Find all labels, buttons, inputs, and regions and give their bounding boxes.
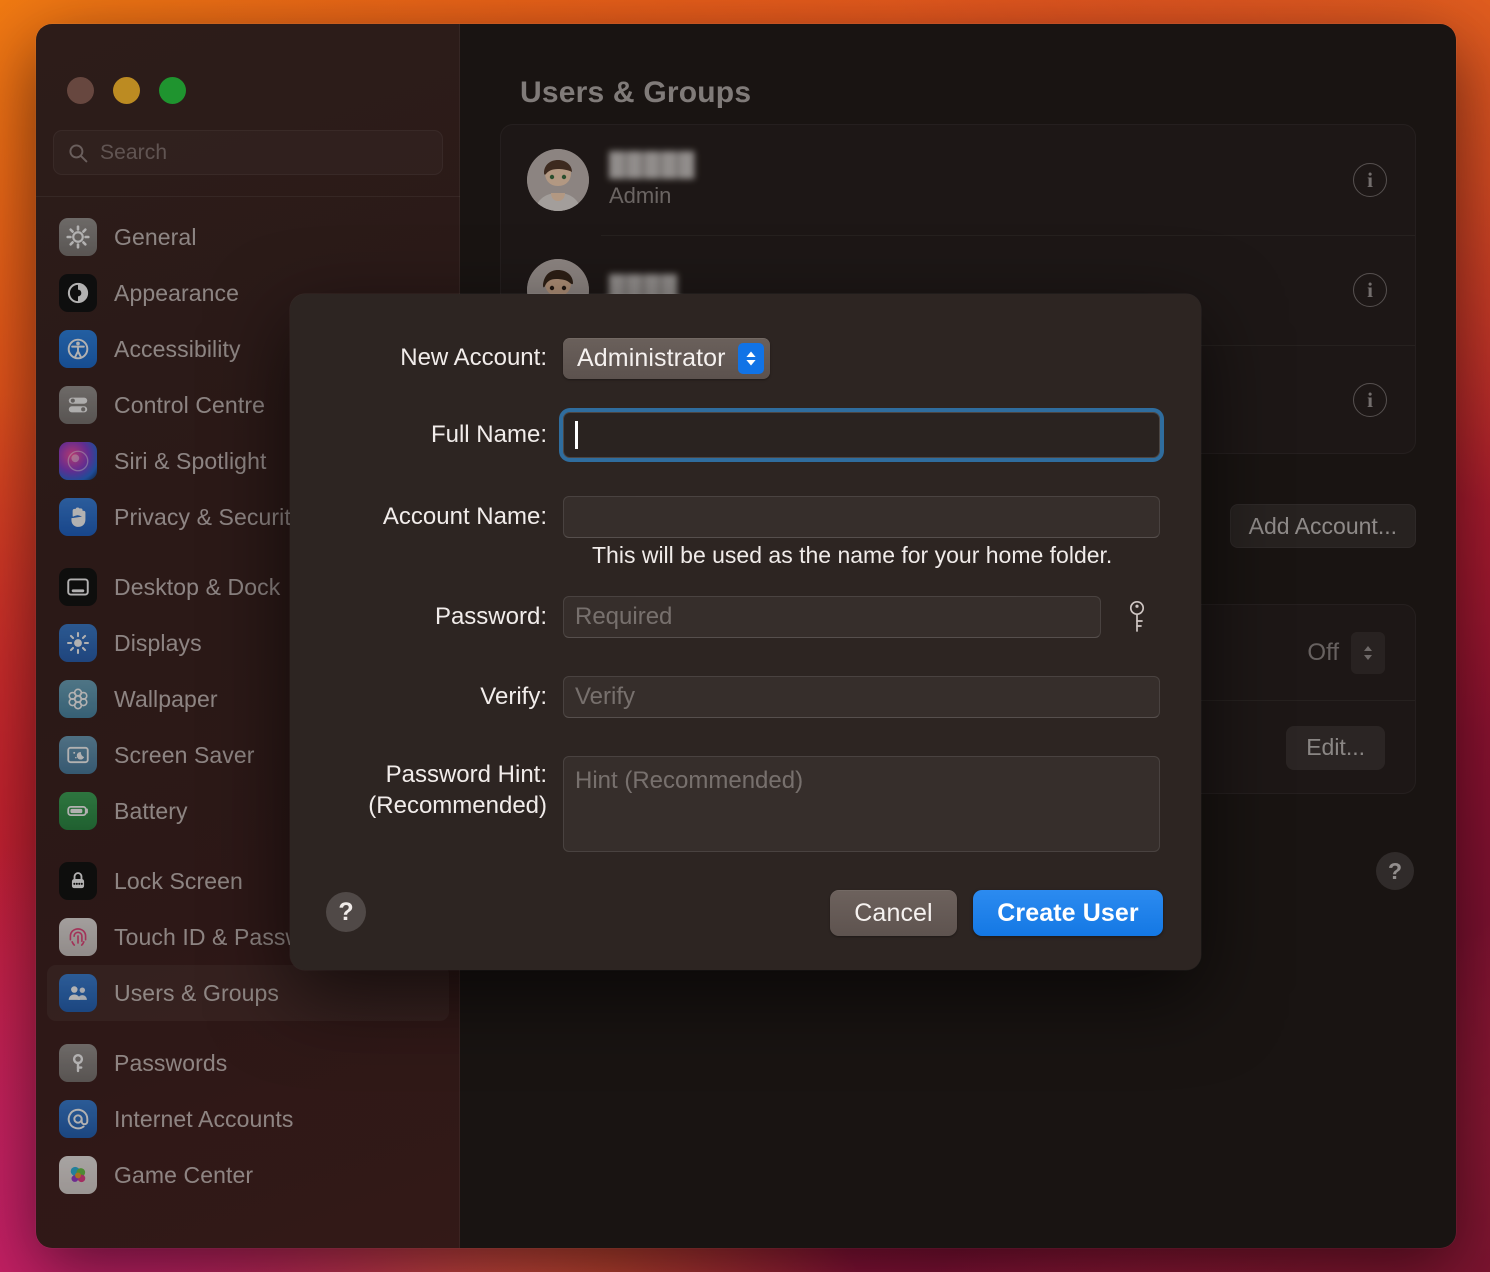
sidebar-item-label: Siri & Spotlight bbox=[114, 448, 266, 475]
game-center-icon bbox=[59, 1156, 97, 1194]
info-button[interactable]: i bbox=[1353, 383, 1387, 417]
account-name: █████ bbox=[609, 151, 1353, 178]
account-name-input[interactable] bbox=[563, 496, 1160, 538]
full-name-row: Full Name: bbox=[308, 412, 1160, 458]
full-name-label: Full Name: bbox=[308, 420, 563, 451]
sidebar-item-label: Passwords bbox=[114, 1050, 227, 1077]
sidebar-item-label: Internet Accounts bbox=[114, 1106, 293, 1133]
lock-icon bbox=[59, 862, 97, 900]
privacy-hand-icon bbox=[59, 498, 97, 536]
sidebar-item-label: Screen Saver bbox=[114, 742, 255, 769]
desktop-wallpaper: Search General Appearance Accessibility Con… bbox=[0, 0, 1490, 1272]
account-name-label: Account Name: bbox=[308, 502, 563, 533]
wallpaper-icon bbox=[59, 680, 97, 718]
new-account-row: New Account: Administrator bbox=[308, 338, 770, 379]
verify-placeholder: Verify bbox=[575, 683, 635, 711]
sidebar-item-internet-accounts[interactable]: Internet Accounts bbox=[47, 1091, 449, 1147]
minimize-button[interactable] bbox=[113, 77, 140, 104]
password-label: Password: bbox=[308, 602, 563, 633]
create-user-button[interactable]: Create User bbox=[973, 890, 1163, 936]
key-icon[interactable] bbox=[1115, 594, 1161, 640]
help-button[interactable]: ? bbox=[1376, 852, 1414, 890]
edit-button[interactable]: Edit... bbox=[1286, 726, 1385, 770]
touch-id-icon bbox=[59, 918, 97, 956]
page-title: Users & Groups bbox=[520, 76, 751, 110]
password-hint-row: Password Hint: (Recommended) Hint (Recom… bbox=[308, 756, 1160, 852]
search-input[interactable]: Search bbox=[53, 130, 443, 175]
auto-login-value: Off bbox=[1307, 639, 1339, 667]
sidebar-item-label: Desktop & Dock bbox=[114, 574, 280, 601]
key-icon bbox=[59, 1044, 97, 1082]
password-input[interactable]: Required bbox=[563, 596, 1101, 638]
at-sign-icon bbox=[59, 1100, 97, 1138]
new-account-dialog: New Account: Administrator Full Name: bbox=[290, 294, 1201, 970]
desktop-dock-icon bbox=[59, 568, 97, 606]
sidebar-item-label: Game Center bbox=[114, 1162, 253, 1189]
info-button[interactable]: i bbox=[1353, 163, 1387, 197]
sidebar-group-3: Passwords Internet Accounts Game Center bbox=[47, 1035, 449, 1217]
dialog-help-button[interactable]: ? bbox=[326, 892, 366, 932]
sidebar-item-label: Appearance bbox=[114, 280, 239, 307]
password-hint-placeholder: Hint (Recommended) bbox=[575, 767, 803, 794]
sidebar-item-label: Accessibility bbox=[114, 336, 241, 363]
sidebar-item-general[interactable]: General bbox=[47, 209, 449, 265]
add-account-button[interactable]: Add Account... bbox=[1230, 504, 1416, 548]
users-groups-icon bbox=[59, 974, 97, 1012]
account-name-row: Account Name: bbox=[308, 496, 1160, 538]
avatar bbox=[527, 149, 589, 211]
sidebar-item-users-groups[interactable]: Users & Groups bbox=[47, 965, 449, 1021]
accessibility-icon bbox=[59, 330, 97, 368]
account-info: █████ Admin bbox=[609, 151, 1353, 209]
siri-icon bbox=[59, 442, 97, 480]
password-hint-label-line1: Password Hint: bbox=[308, 760, 547, 791]
sidebar-item-label: Wallpaper bbox=[114, 686, 218, 713]
verify-label: Verify: bbox=[308, 682, 563, 713]
search-icon bbox=[68, 143, 88, 163]
text-caret bbox=[575, 421, 578, 449]
cancel-button[interactable]: Cancel bbox=[830, 890, 957, 936]
window-controls bbox=[36, 24, 460, 104]
sidebar-item-passwords[interactable]: Passwords bbox=[47, 1035, 449, 1091]
sidebar-item-label: Control Centre bbox=[114, 392, 265, 419]
screen-saver-icon bbox=[59, 736, 97, 774]
sidebar-item-label: Battery bbox=[114, 798, 188, 825]
search-placeholder: Search bbox=[100, 141, 167, 165]
sidebar-item-game-center[interactable]: Game Center bbox=[47, 1147, 449, 1203]
displays-icon bbox=[59, 624, 97, 662]
battery-icon bbox=[59, 792, 97, 830]
control-centre-icon bbox=[59, 386, 97, 424]
account-role: Admin bbox=[609, 183, 1353, 209]
sidebar-item-label: Lock Screen bbox=[114, 868, 243, 895]
appearance-icon bbox=[59, 274, 97, 312]
password-row: Password: Required bbox=[308, 594, 1161, 640]
home-folder-helper-text: This will be used as the name for your h… bbox=[592, 542, 1112, 569]
password-placeholder: Required bbox=[575, 603, 672, 631]
sidebar-item-label: General bbox=[114, 224, 197, 251]
sidebar-item-label: Users & Groups bbox=[114, 980, 279, 1007]
close-button[interactable] bbox=[67, 77, 94, 104]
maximize-button[interactable] bbox=[159, 77, 186, 104]
chevron-updown-icon bbox=[738, 343, 764, 374]
chevron-updown-icon[interactable] bbox=[1351, 632, 1385, 674]
table-row[interactable]: █████ Admin i bbox=[501, 125, 1415, 235]
verify-row: Verify: Verify bbox=[308, 676, 1160, 718]
password-hint-input[interactable]: Hint (Recommended) bbox=[563, 756, 1160, 852]
info-button[interactable]: i bbox=[1353, 273, 1387, 307]
new-account-select[interactable]: Administrator bbox=[563, 338, 770, 379]
full-name-input[interactable] bbox=[563, 412, 1160, 458]
search-container: Search bbox=[36, 104, 460, 175]
dialog-actions: Cancel Create User bbox=[830, 890, 1163, 936]
sidebar-item-label: Displays bbox=[114, 630, 202, 657]
new-account-value: Administrator bbox=[577, 344, 726, 373]
sidebar-item-label: Privacy & Security bbox=[114, 504, 302, 531]
verify-input[interactable]: Verify bbox=[563, 676, 1160, 718]
password-hint-label: Password Hint: (Recommended) bbox=[308, 756, 563, 821]
password-hint-label-line2: (Recommended) bbox=[308, 791, 547, 822]
new-account-label: New Account: bbox=[308, 343, 563, 374]
gear-icon bbox=[59, 218, 97, 256]
